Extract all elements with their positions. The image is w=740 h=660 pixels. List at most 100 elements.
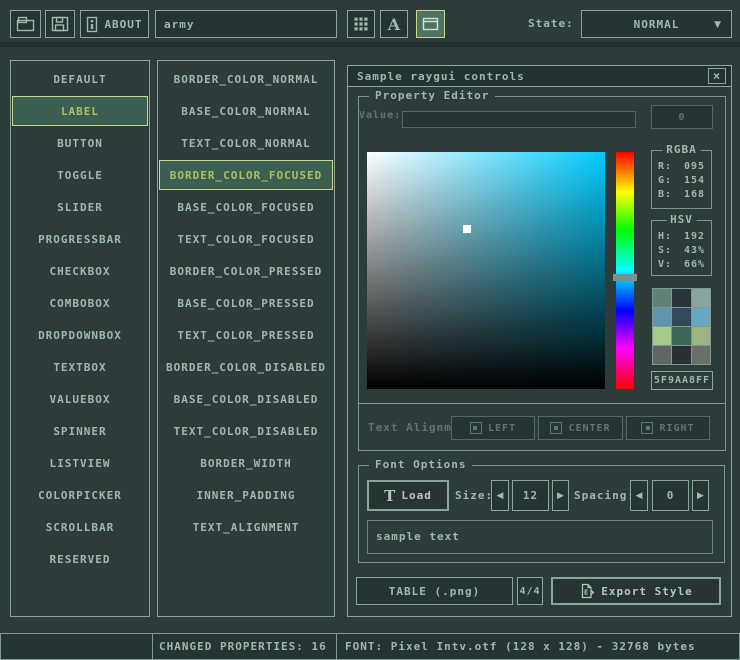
property-item[interactable]: BASE_COLOR_FOCUSED — [159, 192, 333, 222]
color-swatch[interactable] — [672, 289, 690, 307]
export-icon: E — [579, 583, 595, 599]
close-button[interactable]: × — [708, 68, 726, 84]
align-center-icon — [550, 422, 562, 434]
sidebar-item-reserved[interactable]: RESERVED — [12, 544, 148, 574]
property-item[interactable]: BORDER_WIDTH — [159, 448, 333, 478]
hsv-group: HSV H:192 S:43% V:66% — [651, 220, 712, 276]
font-load-button[interactable]: T Load — [367, 480, 449, 511]
sample-text-box[interactable]: sample text — [367, 520, 713, 554]
color-picker-cursor[interactable] — [463, 225, 471, 233]
new-file-button[interactable] — [10, 10, 41, 38]
property-item[interactable]: TEXT_ALIGNMENT — [159, 512, 333, 542]
property-item[interactable]: TEXT_COLOR_NORMAL — [159, 128, 333, 158]
info-icon — [86, 16, 98, 33]
property-item[interactable]: INNER_PADDING — [159, 480, 333, 510]
sidebar-item-default[interactable]: DEFAULT — [12, 64, 148, 94]
properties-list-panel: BORDER_COLOR_NORMAL BASE_COLOR_NORMAL TE… — [157, 60, 335, 617]
sidebar-item-scrollbar[interactable]: SCROLLBAR — [12, 512, 148, 542]
color-swatch[interactable] — [692, 289, 710, 307]
color-swatch[interactable] — [653, 327, 671, 345]
color-swatch[interactable] — [692, 346, 710, 364]
sidebar-item-toggle[interactable]: TOGGLE — [12, 160, 148, 190]
hsv-h-row: H:192 — [656, 231, 707, 242]
hue-slider-handle[interactable] — [613, 274, 637, 281]
value-zero-button[interactable]: 0 — [651, 105, 713, 129]
color-swatch[interactable] — [672, 327, 690, 345]
property-editor-group-label: Property Editor — [369, 89, 495, 102]
property-item[interactable]: BASE_COLOR_NORMAL — [159, 96, 333, 126]
about-button-label: ABOUT — [104, 18, 142, 31]
sidebar-item-slider[interactable]: SLIDER — [12, 192, 148, 222]
property-item[interactable]: BORDER_COLOR_DISABLED — [159, 352, 333, 382]
color-swatch[interactable] — [692, 308, 710, 326]
left-arrow-icon: ◀ — [636, 491, 643, 501]
sidebar-item-label[interactable]: LABEL — [12, 96, 148, 126]
property-item[interactable]: BORDER_COLOR_NORMAL — [159, 64, 333, 94]
save-button[interactable] — [45, 10, 75, 38]
grid-view-button[interactable] — [347, 10, 375, 38]
sample-controls-window: Sample raygui controls × Property Editor… — [347, 65, 732, 617]
font-view-button[interactable]: A — [380, 10, 408, 38]
sidebar-item-progressbar[interactable]: PROGRESSBAR — [12, 224, 148, 254]
sidebar-item-button[interactable]: BUTTON — [12, 128, 148, 158]
size-label: Size: — [455, 480, 493, 511]
color-swatch[interactable] — [672, 346, 690, 364]
table-export-button[interactable]: TABLE (.png) — [356, 577, 513, 605]
spacing-decrement-button[interactable]: ◀ — [630, 480, 648, 511]
property-item-selected[interactable]: BORDER_COLOR_FOCUSED — [159, 160, 333, 190]
property-item[interactable]: TEXT_COLOR_FOCUSED — [159, 224, 333, 254]
size-increment-button[interactable]: ▶ — [552, 480, 569, 511]
floppy-icon — [51, 16, 69, 32]
state-dropdown[interactable]: NORMAL ▼ — [581, 10, 732, 38]
sidebar-item-checkbox[interactable]: CHECKBOX — [12, 256, 148, 286]
sidebar-item-valuebox[interactable]: VALUEBOX — [12, 384, 148, 414]
align-left-button[interactable]: LEFT — [451, 416, 535, 440]
spacing-label: Spacing: — [574, 480, 635, 511]
property-item[interactable]: BASE_COLOR_DISABLED — [159, 384, 333, 414]
color-swatch[interactable] — [653, 308, 671, 326]
sidebar-item-listview[interactable]: LISTVIEW — [12, 448, 148, 478]
hue-slider[interactable] — [616, 152, 634, 389]
value-input[interactable] — [402, 111, 636, 128]
style-name-input[interactable] — [155, 10, 337, 38]
align-right-button[interactable]: RIGHT — [626, 416, 710, 440]
color-swatch-grid — [652, 288, 711, 365]
color-swatch[interactable] — [653, 289, 671, 307]
spacing-value-box[interactable]: 0 — [652, 480, 689, 511]
sidebar-item-textbox[interactable]: TEXTBOX — [12, 352, 148, 382]
color-swatch[interactable] — [653, 346, 671, 364]
folder-icon — [16, 16, 35, 32]
sidebar-item-combobox[interactable]: COMBOBOX — [12, 288, 148, 318]
sidebar-item-colorpicker[interactable]: COLORPICKER — [12, 480, 148, 510]
window-icon — [422, 17, 439, 31]
about-button[interactable]: ABOUT — [80, 10, 149, 38]
value-label: Value: — [359, 108, 401, 124]
right-arrow-icon: ▶ — [557, 491, 564, 501]
window-view-button[interactable] — [416, 10, 445, 38]
font-a-icon: A — [388, 15, 400, 34]
color-swatch[interactable] — [692, 327, 710, 345]
sidebar-item-dropdownbox[interactable]: DROPDOWNBOX — [12, 320, 148, 350]
controls-list-panel: DEFAULT LABEL BUTTON TOGGLE SLIDER PROGR… — [10, 60, 150, 617]
align-right-icon — [641, 422, 653, 434]
align-center-button[interactable]: CENTER — [538, 416, 623, 440]
page-indicator: 4/4 — [517, 577, 543, 605]
hsv-s-row: S:43% — [656, 245, 707, 256]
align-left-icon — [470, 422, 482, 434]
property-item[interactable]: BASE_COLOR_PRESSED — [159, 288, 333, 318]
color-picker-gradient[interactable] — [367, 152, 605, 389]
property-item[interactable]: TEXT_COLOR_DISABLED — [159, 416, 333, 446]
window-titlebar[interactable]: Sample raygui controls — [348, 66, 731, 87]
rgba-g-row: G:154 — [656, 175, 707, 186]
sidebar-item-spinner[interactable]: SPINNER — [12, 416, 148, 446]
hex-value-box[interactable]: 5F9AA8FF — [651, 371, 713, 390]
spacing-increment-button[interactable]: ▶ — [692, 480, 709, 511]
color-swatch[interactable] — [672, 308, 690, 326]
size-value-box[interactable]: 12 — [512, 480, 549, 511]
rgba-group: RGBA R:095 G:154 B:168 — [651, 150, 712, 209]
property-item[interactable]: BORDER_COLOR_PRESSED — [159, 256, 333, 286]
property-item[interactable]: TEXT_COLOR_PRESSED — [159, 320, 333, 350]
status-segment-left — [0, 633, 153, 660]
export-style-button[interactable]: E Export Style — [551, 577, 721, 605]
size-decrement-button[interactable]: ◀ — [491, 480, 509, 511]
